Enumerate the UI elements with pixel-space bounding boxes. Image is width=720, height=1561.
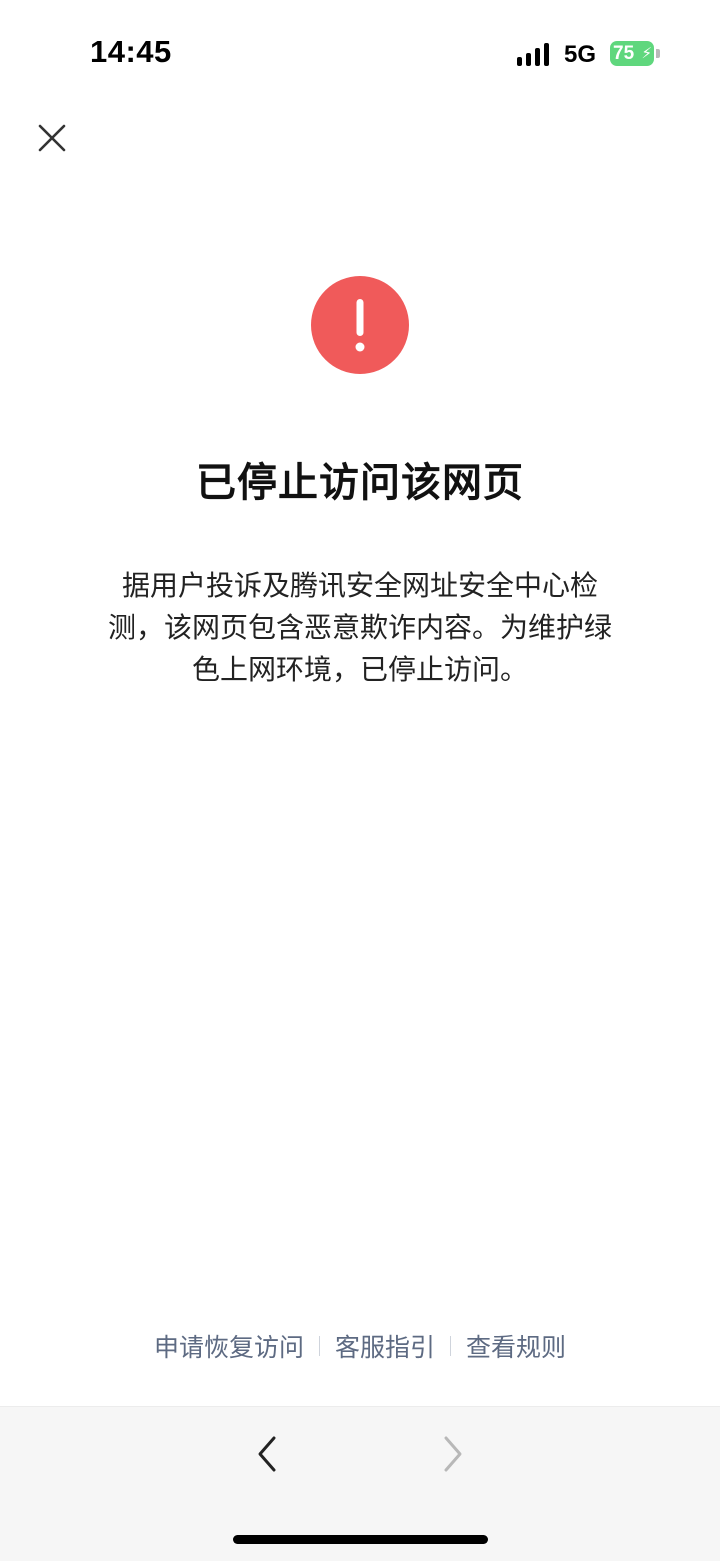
description-line: 测，该网页包含恶意欺诈内容。为维护绿 bbox=[107, 611, 612, 644]
status-bar: 14:45 5G 75 ⚡ bbox=[0, 0, 720, 100]
battery-icon: 75 ⚡ bbox=[610, 41, 654, 66]
browser-nav-bar bbox=[0, 1406, 720, 1561]
description-line: 色上网环境，已停止访问。 bbox=[191, 653, 528, 686]
exclamation-icon bbox=[355, 299, 365, 352]
description-text: 据用户投诉及腾讯安全网址安全中心检 测，该网页包含恶意欺诈内容。为维护绿 色上网… bbox=[70, 565, 650, 691]
close-button[interactable] bbox=[30, 116, 74, 160]
status-time: 14:45 bbox=[90, 34, 172, 69]
warning-icon bbox=[311, 276, 409, 374]
battery-level: 75 bbox=[613, 43, 635, 64]
description-line: 据用户投诉及腾讯安全网址安全中心检 bbox=[121, 569, 598, 602]
forward-button[interactable] bbox=[436, 1429, 470, 1479]
chevron-right-icon bbox=[444, 1436, 462, 1472]
network-type: 5G bbox=[564, 41, 597, 68]
charging-icon: ⚡ bbox=[641, 44, 652, 62]
customer-service-guide-link[interactable]: 客服指引 bbox=[335, 1328, 435, 1364]
view-rules-link[interactable]: 查看规则 bbox=[466, 1328, 566, 1364]
close-icon bbox=[38, 124, 66, 152]
divider bbox=[450, 1336, 451, 1356]
footer-links: 申请恢复访问 客服指引 查看规则 bbox=[0, 1326, 720, 1366]
request-restore-access-link[interactable]: 申请恢复访问 bbox=[154, 1328, 304, 1364]
chevron-left-icon bbox=[258, 1436, 276, 1472]
divider bbox=[318, 1336, 320, 1356]
signal-strength-icon bbox=[517, 42, 553, 66]
battery-tip bbox=[656, 49, 660, 58]
back-button[interactable] bbox=[250, 1429, 284, 1479]
home-indicator[interactable] bbox=[233, 1535, 488, 1544]
page-title: 已停止访问该网页 bbox=[196, 460, 524, 506]
